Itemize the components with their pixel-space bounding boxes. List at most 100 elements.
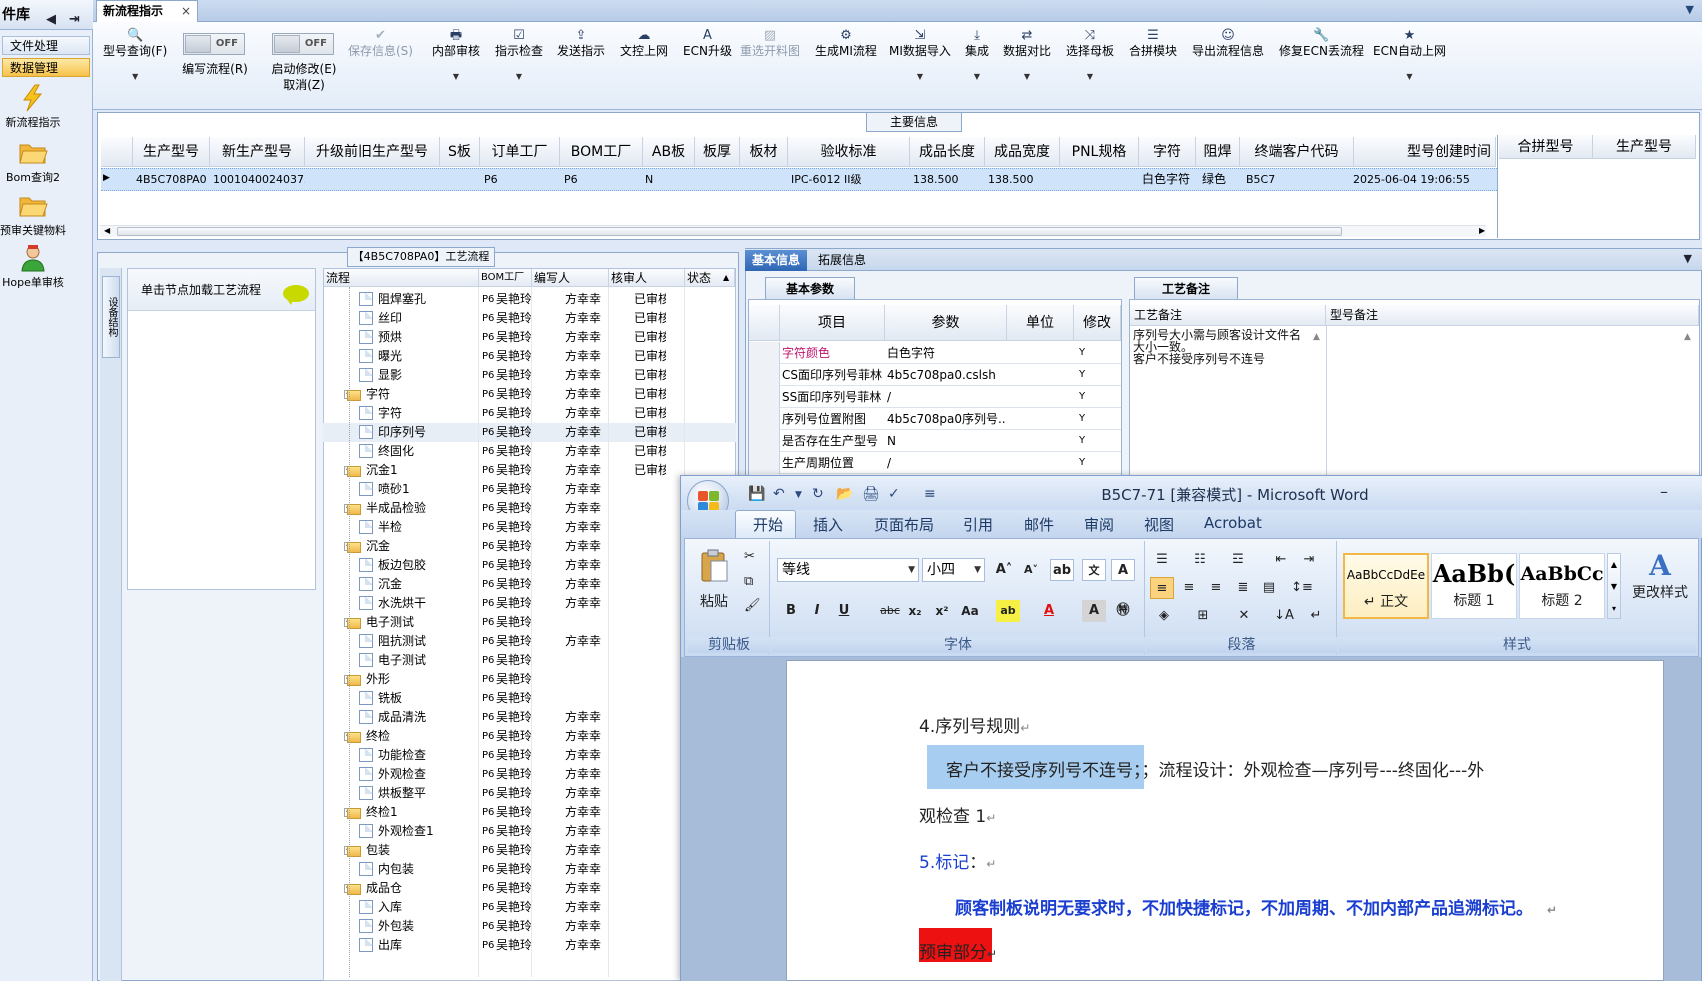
tab-extended-info[interactable]: 拓展信息 (811, 250, 873, 271)
enclose-char-icon[interactable]: ㊕ (1111, 600, 1135, 622)
tree-folder-row[interactable]: −外形P6吴艳玲 (323, 670, 736, 689)
tab-close-icon[interactable]: × (181, 1, 191, 22)
grow-font-icon[interactable]: A˄ (992, 559, 1016, 581)
cut-icon[interactable]: ✂ (744, 549, 755, 564)
doc-line[interactable]: 客户不接受序列号不连号；；流程设计：外观检查—序列号---终固化---外 (946, 756, 1484, 781)
nav-item-hope-review[interactable]: Hope单审核 (0, 244, 66, 290)
nav-collapse-icon[interactable]: ⇥ (69, 5, 80, 35)
column-header[interactable]: 终端客户代码 (1240, 137, 1354, 167)
borders-icon[interactable]: ⊞ (1191, 605, 1215, 627)
column-header[interactable]: 项目 (780, 305, 885, 341)
tab-home[interactable]: 开始 (753, 514, 783, 535)
table-row[interactable]: 生产周期位置 / Y (749, 452, 1121, 474)
underline-icon[interactable]: U (832, 600, 856, 622)
cancel-label[interactable]: 取消(Z) (266, 77, 342, 93)
tree-node-row[interactable]: 终固化 P6 吴艳玲 方幸幸 已审核 (323, 442, 736, 461)
scroll-up-icon[interactable]: ▲ (723, 273, 729, 282)
write-process-toggle[interactable]: OFF (183, 33, 245, 55)
scrollbar-thumb[interactable] (117, 227, 1342, 236)
tree-folder-row[interactable]: −包装P6吴艳玲方幸幸 (323, 841, 736, 860)
numbering-icon[interactable]: ☷ (1188, 549, 1212, 571)
instruction-check-button[interactable]: ☑ 指示检查 ▼ (495, 28, 543, 84)
spell-check-icon[interactable]: ✓ (888, 486, 900, 502)
process-note-text[interactable]: 序列号大小需与顾客设计文件名 大小一致。 客户不接受序列号不连号 (1133, 329, 1323, 365)
tree-folder-row[interactable]: −沉金1P6吴艳玲方幸幸已审核 (323, 461, 736, 480)
nav-category-data-management[interactable]: 数据管理 (2, 58, 90, 77)
tab-insert[interactable]: 插入 (813, 514, 843, 535)
tree-folder-row[interactable]: −电子测试P6吴艳玲 (323, 613, 736, 632)
tab-view[interactable]: 视图 (1144, 514, 1174, 535)
column-header[interactable]: 单位 (1007, 305, 1074, 341)
tree-node-row[interactable]: 外观检查1 P6 吴艳玲 方幸幸 (323, 822, 736, 841)
align-right-icon[interactable]: ≡ (1204, 577, 1228, 599)
nav-back-icon[interactable]: ◀ (46, 5, 56, 35)
subtab-process-note[interactable]: 工艺备注 (1134, 277, 1238, 299)
column-header[interactable]: 验收标准 (788, 137, 910, 167)
tree-node-row[interactable]: 丝印 P6 吴艳玲 方幸幸 已审核 (323, 309, 736, 328)
generate-mi-process-button[interactable]: ⚙ 生成MI流程 (815, 28, 877, 58)
tree-node-row[interactable]: 阻焊塞孔 P6 吴艳玲 方幸幸 已审核 (323, 290, 736, 309)
column-header[interactable]: 型号创建时间 (1354, 137, 1496, 167)
column-header[interactable]: 新生产型号 (210, 137, 305, 167)
nav-item-new-process[interactable]: 新流程指示 (0, 84, 66, 130)
column-header[interactable]: 阻焊 (1196, 137, 1240, 167)
table-row[interactable]: 序列号位置附图 4b5c708pa0序列号... Y (749, 408, 1121, 430)
tree-node-row[interactable]: 半检 P6 吴艳玲 方幸幸 (323, 518, 736, 537)
undo-icon[interactable]: ↶ (773, 486, 785, 502)
tree-node-row[interactable]: 烘板整平 P6 吴艳玲 方幸幸 (323, 784, 736, 803)
shrink-font-icon[interactable]: A˅ (1019, 559, 1043, 581)
column-header[interactable]: 核审人 (609, 269, 685, 287)
tree-node-row[interactable]: 外包装 P6 吴艳玲 方幸幸 (323, 917, 736, 936)
tab-page-layout[interactable]: 页面布局 (874, 514, 934, 535)
doc-line[interactable]: 预审部分↵ (919, 938, 997, 963)
column-header[interactable]: AB板 (643, 137, 695, 167)
tab-basic-info[interactable]: 基本信息 (745, 250, 808, 271)
column-header[interactable]: 成品长度 (910, 137, 985, 167)
chevron-down-icon[interactable]: ▼ (1684, 252, 1692, 265)
tab-mailings[interactable]: 邮件 (1024, 514, 1054, 535)
tree-node-row[interactable]: 功能检查 P6 吴艳玲 方幸幸 (323, 746, 736, 765)
tree-node-row[interactable]: 成品清洗 P6 吴艳玲 方幸幸 (323, 708, 736, 727)
column-header[interactable]: 板厚 (695, 137, 740, 167)
italic-icon[interactable]: I (805, 600, 829, 622)
justify-icon[interactable]: ≣ (1231, 577, 1255, 599)
column-header[interactable]: 编写人 (532, 269, 609, 287)
ecn-upgrade-button[interactable]: A ECN升级 (683, 28, 732, 58)
tree-folder-row[interactable]: −成品仓P6吴艳玲方幸幸 (323, 879, 736, 898)
nav-item-key-materials[interactable]: 预审关键物料 (0, 192, 66, 238)
phonetic-guide-icon[interactable]: 文 (1082, 559, 1106, 581)
tab-acrobat[interactable]: Acrobat (1204, 514, 1262, 532)
style-heading-2[interactable]: AaBbCc 标题 2 (1519, 553, 1605, 619)
export-process-info-button[interactable]: ☺ 导出流程信息 (1192, 28, 1264, 58)
char-border-icon[interactable]: A (1111, 559, 1135, 581)
paste-button[interactable]: 粘贴 (697, 591, 731, 611)
side-tab-equipment[interactable]: 设备结构 (102, 276, 120, 358)
column-header[interactable]: 成品宽度 (985, 137, 1060, 167)
line-spacing-icon[interactable]: ↕≡ (1290, 577, 1314, 599)
decrease-indent-icon[interactable]: ⇤ (1269, 549, 1293, 571)
data-compare-button[interactable]: ⇄ 数据对比 ▼ (1003, 28, 1051, 84)
increase-indent-icon[interactable]: ⇥ (1297, 549, 1321, 571)
chinese-layout-icon[interactable]: ✕ (1232, 605, 1256, 627)
subscript-icon[interactable]: x₂ (903, 600, 927, 622)
table-row[interactable]: CS面印序列号菲林 4b5c708pa0.cslsh Y (749, 364, 1121, 386)
scroll-up-icon[interactable]: ▲ (1684, 332, 1691, 342)
multilevel-list-icon[interactable]: ☲ (1226, 549, 1250, 571)
internal-review-button[interactable]: 🖶 内部审核 ▼ (432, 28, 480, 84)
tree-node-row[interactable]: 字符 P6 吴艳玲 方幸幸 已审核 (323, 404, 736, 423)
styles-scroll[interactable]: ▲ ▼ ▾ (1607, 553, 1621, 619)
distribute-icon[interactable]: ▤ (1257, 577, 1281, 599)
font-color-icon[interactable]: A (1037, 600, 1061, 622)
tree-node-row[interactable]: 喷砂1 P6 吴艳玲 方幸幸 (323, 480, 736, 499)
tree-node-row[interactable]: 沉金 P6 吴艳玲 方幸幸 (323, 575, 736, 594)
model-query-button[interactable]: 🔍 型号查询(F) ▼ (103, 28, 167, 84)
tree-node-row[interactable]: 外观检查 P6 吴艳玲 方幸幸 (323, 765, 736, 784)
doc-line[interactable]: 5.标记：↵ (919, 848, 996, 873)
show-marks-icon[interactable]: ↵ (1304, 605, 1328, 627)
tab-references[interactable]: 引用 (963, 514, 993, 535)
tree-node-row[interactable]: 铣板 P6 吴艳玲 (323, 689, 736, 708)
tree-node-row[interactable]: 预烘 P6 吴艳玲 方幸幸 已审核 (323, 328, 736, 347)
merge-module-button[interactable]: ☰ 合拼模块 (1129, 28, 1177, 58)
style-heading-1[interactable]: AaBb(标题 1 (1431, 553, 1517, 619)
format-painter-icon[interactable]: 🖌 (744, 598, 761, 613)
